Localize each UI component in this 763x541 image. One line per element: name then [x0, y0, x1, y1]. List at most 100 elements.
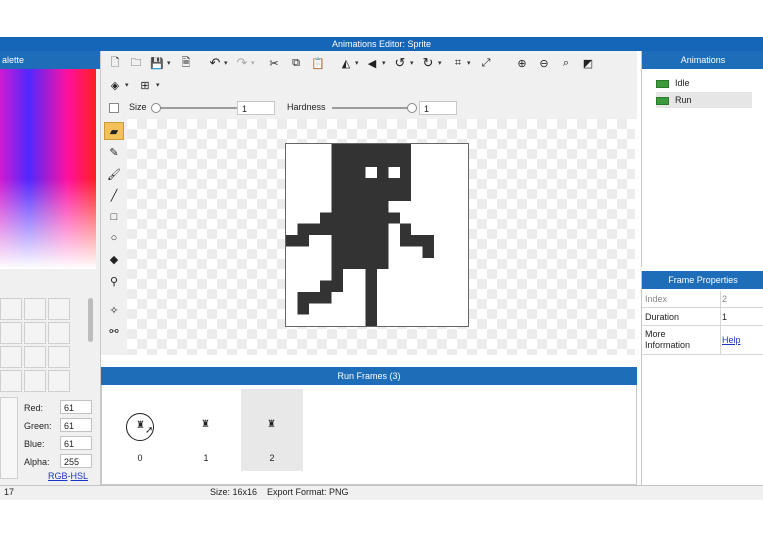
- shape-mode-checkbox[interactable]: [109, 103, 119, 113]
- hardness-slider-track[interactable]: [332, 107, 416, 109]
- flip-h-dropdown-icon[interactable]: ▾: [355, 59, 359, 67]
- new-file-icon[interactable]: 🗋: [108, 56, 122, 70]
- frame-thumb[interactable]: ♜ ➚ 0: [109, 389, 171, 471]
- hardness-slider-thumb[interactable]: [407, 103, 417, 113]
- color-swatch[interactable]: [0, 370, 22, 392]
- size-input[interactable]: 1: [237, 101, 275, 115]
- rotate-left-icon[interactable]: ↺: [393, 55, 407, 70]
- blue-input[interactable]: 61: [60, 436, 92, 450]
- rgb-link[interactable]: RGB: [48, 471, 68, 481]
- eraser-icon[interactable]: ▰: [104, 122, 124, 140]
- layers-dropdown-icon[interactable]: ▾: [125, 81, 129, 89]
- save-icon[interactable]: 💾: [150, 56, 164, 70]
- brush-icon[interactable]: 🖌: [104, 165, 124, 183]
- export-icon[interactable]: 🗎: [179, 56, 193, 70]
- help-link[interactable]: Help: [722, 335, 741, 345]
- toolbar: 🗋 🗀 💾 ▾ 🗎 ↶ ▾ ↷ ▾ ✂ ⧉ 📋 ◭ ▾ ◀ ▾ ↺ ▾ ↻ ▾ …: [101, 51, 637, 119]
- swatch-grid: [0, 298, 80, 394]
- undo-icon[interactable]: ↶: [208, 55, 222, 70]
- color-spectrum[interactable]: [0, 69, 96, 269]
- color-swatch[interactable]: [0, 322, 22, 344]
- green-input[interactable]: 61: [60, 418, 92, 432]
- size-slider-track[interactable]: [153, 107, 237, 109]
- open-folder-icon[interactable]: 🗀: [129, 56, 143, 70]
- animations-title: Animations: [680, 55, 726, 65]
- sprite-thumbnail-icon: ♜: [201, 419, 210, 430]
- rotate-left-dropdown-icon[interactable]: ▾: [410, 59, 414, 67]
- line-icon[interactable]: ╱: [104, 186, 124, 204]
- index-value: 2: [722, 294, 728, 304]
- color-swatch[interactable]: [0, 346, 22, 368]
- alpha-input[interactable]: 255: [60, 454, 92, 468]
- duration-value[interactable]: 1: [722, 312, 727, 322]
- save-dropdown-icon[interactable]: ▾: [167, 59, 171, 67]
- property-row-more-info: More Information Help: [642, 326, 763, 355]
- transform-icon[interactable]: ⚯: [104, 322, 124, 340]
- swatch-scrollbar[interactable]: [88, 298, 93, 342]
- eyedropper-icon[interactable]: ⚲: [104, 272, 124, 290]
- flip-horizontal-icon[interactable]: ◭: [339, 56, 353, 70]
- rotate-right-icon[interactable]: ↻: [421, 55, 435, 70]
- crop-dropdown-icon[interactable]: ▾: [467, 59, 471, 67]
- frame-thumb[interactable]: ♜ 1: [175, 389, 237, 471]
- resize-icon[interactable]: ⤢: [479, 56, 493, 70]
- rectangle-icon[interactable]: □: [104, 208, 124, 226]
- grid-icon[interactable]: ⊞: [138, 78, 152, 92]
- window-title: Animations Editor: Sprite: [331, 39, 432, 49]
- color-swatch[interactable]: [0, 298, 22, 320]
- cut-icon[interactable]: ✂: [267, 56, 281, 70]
- status-cursor-value: 17: [4, 487, 15, 497]
- layers-icon[interactable]: ◈: [108, 78, 122, 92]
- animation-item-idle[interactable]: Idle: [656, 75, 752, 91]
- hsl-link[interactable]: HSL: [71, 471, 89, 481]
- zoom-out-icon[interactable]: ⊖: [537, 56, 551, 70]
- redo-dropdown-icon[interactable]: ▾: [251, 59, 255, 67]
- current-color-preview: [0, 397, 18, 479]
- undo-dropdown-icon[interactable]: ▾: [224, 59, 228, 67]
- ellipse-icon[interactable]: ○: [104, 229, 124, 247]
- size-slider-thumb[interactable]: [151, 103, 161, 113]
- red-input[interactable]: 61: [60, 400, 92, 414]
- crop-icon[interactable]: ⌗: [451, 56, 465, 70]
- zoom-fit-icon[interactable]: ⌕: [559, 56, 573, 70]
- red-label: Red:: [24, 403, 44, 413]
- sprite-canvas[interactable]: [285, 143, 469, 327]
- color-swatch[interactable]: [48, 370, 70, 392]
- size-label: Size: [129, 102, 147, 112]
- palette-title: alette: [2, 55, 25, 65]
- frames-title: Run Frames (3): [337, 371, 401, 381]
- toggle-background-icon[interactable]: ◩: [581, 56, 595, 70]
- color-swatch[interactable]: [24, 370, 46, 392]
- zoom-in-icon[interactable]: ⊕: [515, 56, 529, 70]
- rotate-right-dropdown-icon[interactable]: ▾: [438, 59, 442, 67]
- frame-number: 2: [269, 453, 275, 463]
- alpha-label: Alpha:: [24, 457, 50, 467]
- frame-number: 0: [137, 453, 143, 463]
- frame-properties-panel: Frame Properties Index 2 Duration 1 More…: [641, 271, 763, 485]
- fill-bucket-icon[interactable]: ◆: [104, 250, 124, 268]
- animation-label: Run: [675, 95, 692, 105]
- palette-panel: alette Red: 61 Green: 61 Blue: 61 Alpha:…: [0, 51, 101, 485]
- hardness-input[interactable]: 1: [419, 101, 457, 115]
- copy-icon[interactable]: ⧉: [289, 56, 303, 70]
- flip-vertical-icon[interactable]: ◀: [365, 56, 379, 70]
- frame-thumb-selected[interactable]: ♜ 2: [241, 389, 303, 471]
- selection-icon[interactable]: ✧: [104, 301, 124, 319]
- property-row-duration[interactable]: Duration 1: [642, 308, 763, 326]
- status-export-format: Export Format: PNG: [267, 487, 349, 497]
- color-swatch[interactable]: [24, 298, 46, 320]
- animation-item-run[interactable]: Run: [656, 92, 752, 108]
- color-swatch[interactable]: [48, 346, 70, 368]
- paste-icon[interactable]: 📋: [311, 56, 325, 70]
- frame-properties-title: Frame Properties: [668, 275, 738, 285]
- grid-dropdown-icon[interactable]: ▾: [156, 81, 160, 89]
- window-title-bar: Animations Editor: Sprite: [0, 37, 763, 51]
- color-swatch[interactable]: [48, 322, 70, 344]
- flip-v-dropdown-icon[interactable]: ▾: [382, 59, 386, 67]
- redo-icon[interactable]: ↷: [235, 55, 249, 70]
- pencil-icon[interactable]: ✎: [104, 143, 124, 161]
- color-swatch[interactable]: [48, 298, 70, 320]
- color-swatch[interactable]: [24, 346, 46, 368]
- color-swatch[interactable]: [24, 322, 46, 344]
- status-size: Size: 16x16: [210, 487, 258, 497]
